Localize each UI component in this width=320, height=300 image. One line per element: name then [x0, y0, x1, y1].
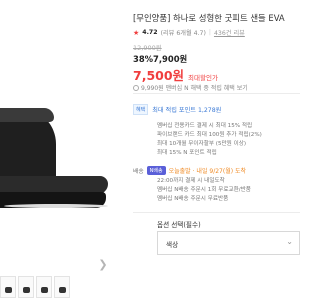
chevron-right-icon[interactable]: ❯	[96, 258, 110, 272]
benefit-headline: 최대 적립 포인트 1,278원	[152, 107, 222, 114]
sale-price: 7,500원	[133, 68, 185, 83]
sandal-shadow	[4, 204, 108, 208]
thumbnail[interactable]	[18, 276, 34, 298]
divider	[133, 93, 300, 94]
thumbnail[interactable]	[54, 276, 70, 298]
select-value: 색상	[166, 241, 179, 249]
rating-meta: (리뷰 6개월 4.7)	[160, 30, 206, 37]
shipping-headline: 오늘출발 · 내일 9/27(월) 도착	[168, 168, 246, 175]
benefit-line: 최대 15% N 포인트 적립	[157, 150, 217, 156]
product-info-panel: [무인양품] 하나로 성형한 굿피트 샌들 EVA ★ 4.72 (리뷰 6개월…	[133, 0, 300, 300]
divider: |	[208, 29, 211, 36]
info-icon	[133, 84, 139, 91]
shipping-line: 멤버십 N배송 주문시 무료반품	[157, 196, 229, 202]
star-icon: ★	[133, 28, 140, 37]
rating-row: ★ 4.72 (리뷰 6개월 4.7) | 436건 리뷰	[133, 28, 245, 38]
option-label: 옵션 선택(필수)	[157, 221, 201, 229]
benefit-line: 파이브랜드 카드 최대 100원 추가 적립(2%)	[157, 132, 262, 138]
thumbnail[interactable]	[0, 276, 16, 298]
original-price: 12,900원	[133, 44, 162, 52]
discount-rate: 38%	[133, 54, 154, 64]
rating-value: 4.72	[142, 29, 158, 36]
discount-price: 7,900원	[153, 54, 188, 64]
shipping-label: 배송	[133, 169, 144, 175]
sandal-strap-rim	[0, 108, 54, 122]
benefit-tag: 혜택	[133, 104, 149, 115]
benefit-line: 멤버십 전용카드 결제 시 최대 15% 적립	[157, 123, 253, 129]
color-select[interactable]: 색상 ⌄	[157, 231, 300, 255]
sale-price-row: 7,500원 최대할인가	[133, 65, 218, 84]
shipping-line: 22:00까지 결제 시 내일도착	[157, 178, 225, 184]
sale-label: 최대할인가	[188, 74, 218, 82]
shipping-row: 배송 N배송 오늘출발 · 내일 9/27(월) 도착	[133, 166, 246, 175]
product-image[interactable]: ❯	[0, 0, 122, 300]
review-link[interactable]: 436건 리뷰	[214, 28, 245, 37]
thumbnail-strip	[0, 276, 70, 298]
chevron-down-icon: ⌄	[286, 237, 293, 246]
points-text: 9,990원 맨버십 N 해택 중 적립 혜택 보기	[141, 85, 248, 92]
divider	[133, 212, 300, 213]
benefit-headline-row[interactable]: 혜택 최대 적립 포인트 1,278원	[133, 104, 221, 115]
thumbnail[interactable]	[36, 276, 52, 298]
n-delivery-badge: N배송	[146, 166, 166, 175]
discount-row: 38%7,900원	[133, 53, 187, 65]
points-row[interactable]: 9,990원 맨버십 N 해택 중 적립 혜택 보기	[133, 83, 248, 92]
shipping-line: 멤버십 N배송 주문시 1회 무료교환/반품	[157, 187, 251, 193]
product-title: [무인양품] 하나로 성형한 굿피트 샌들 EVA	[133, 13, 285, 23]
benefit-line: 최대 10개월 무이자할부 (5만원 이상)	[157, 141, 247, 147]
